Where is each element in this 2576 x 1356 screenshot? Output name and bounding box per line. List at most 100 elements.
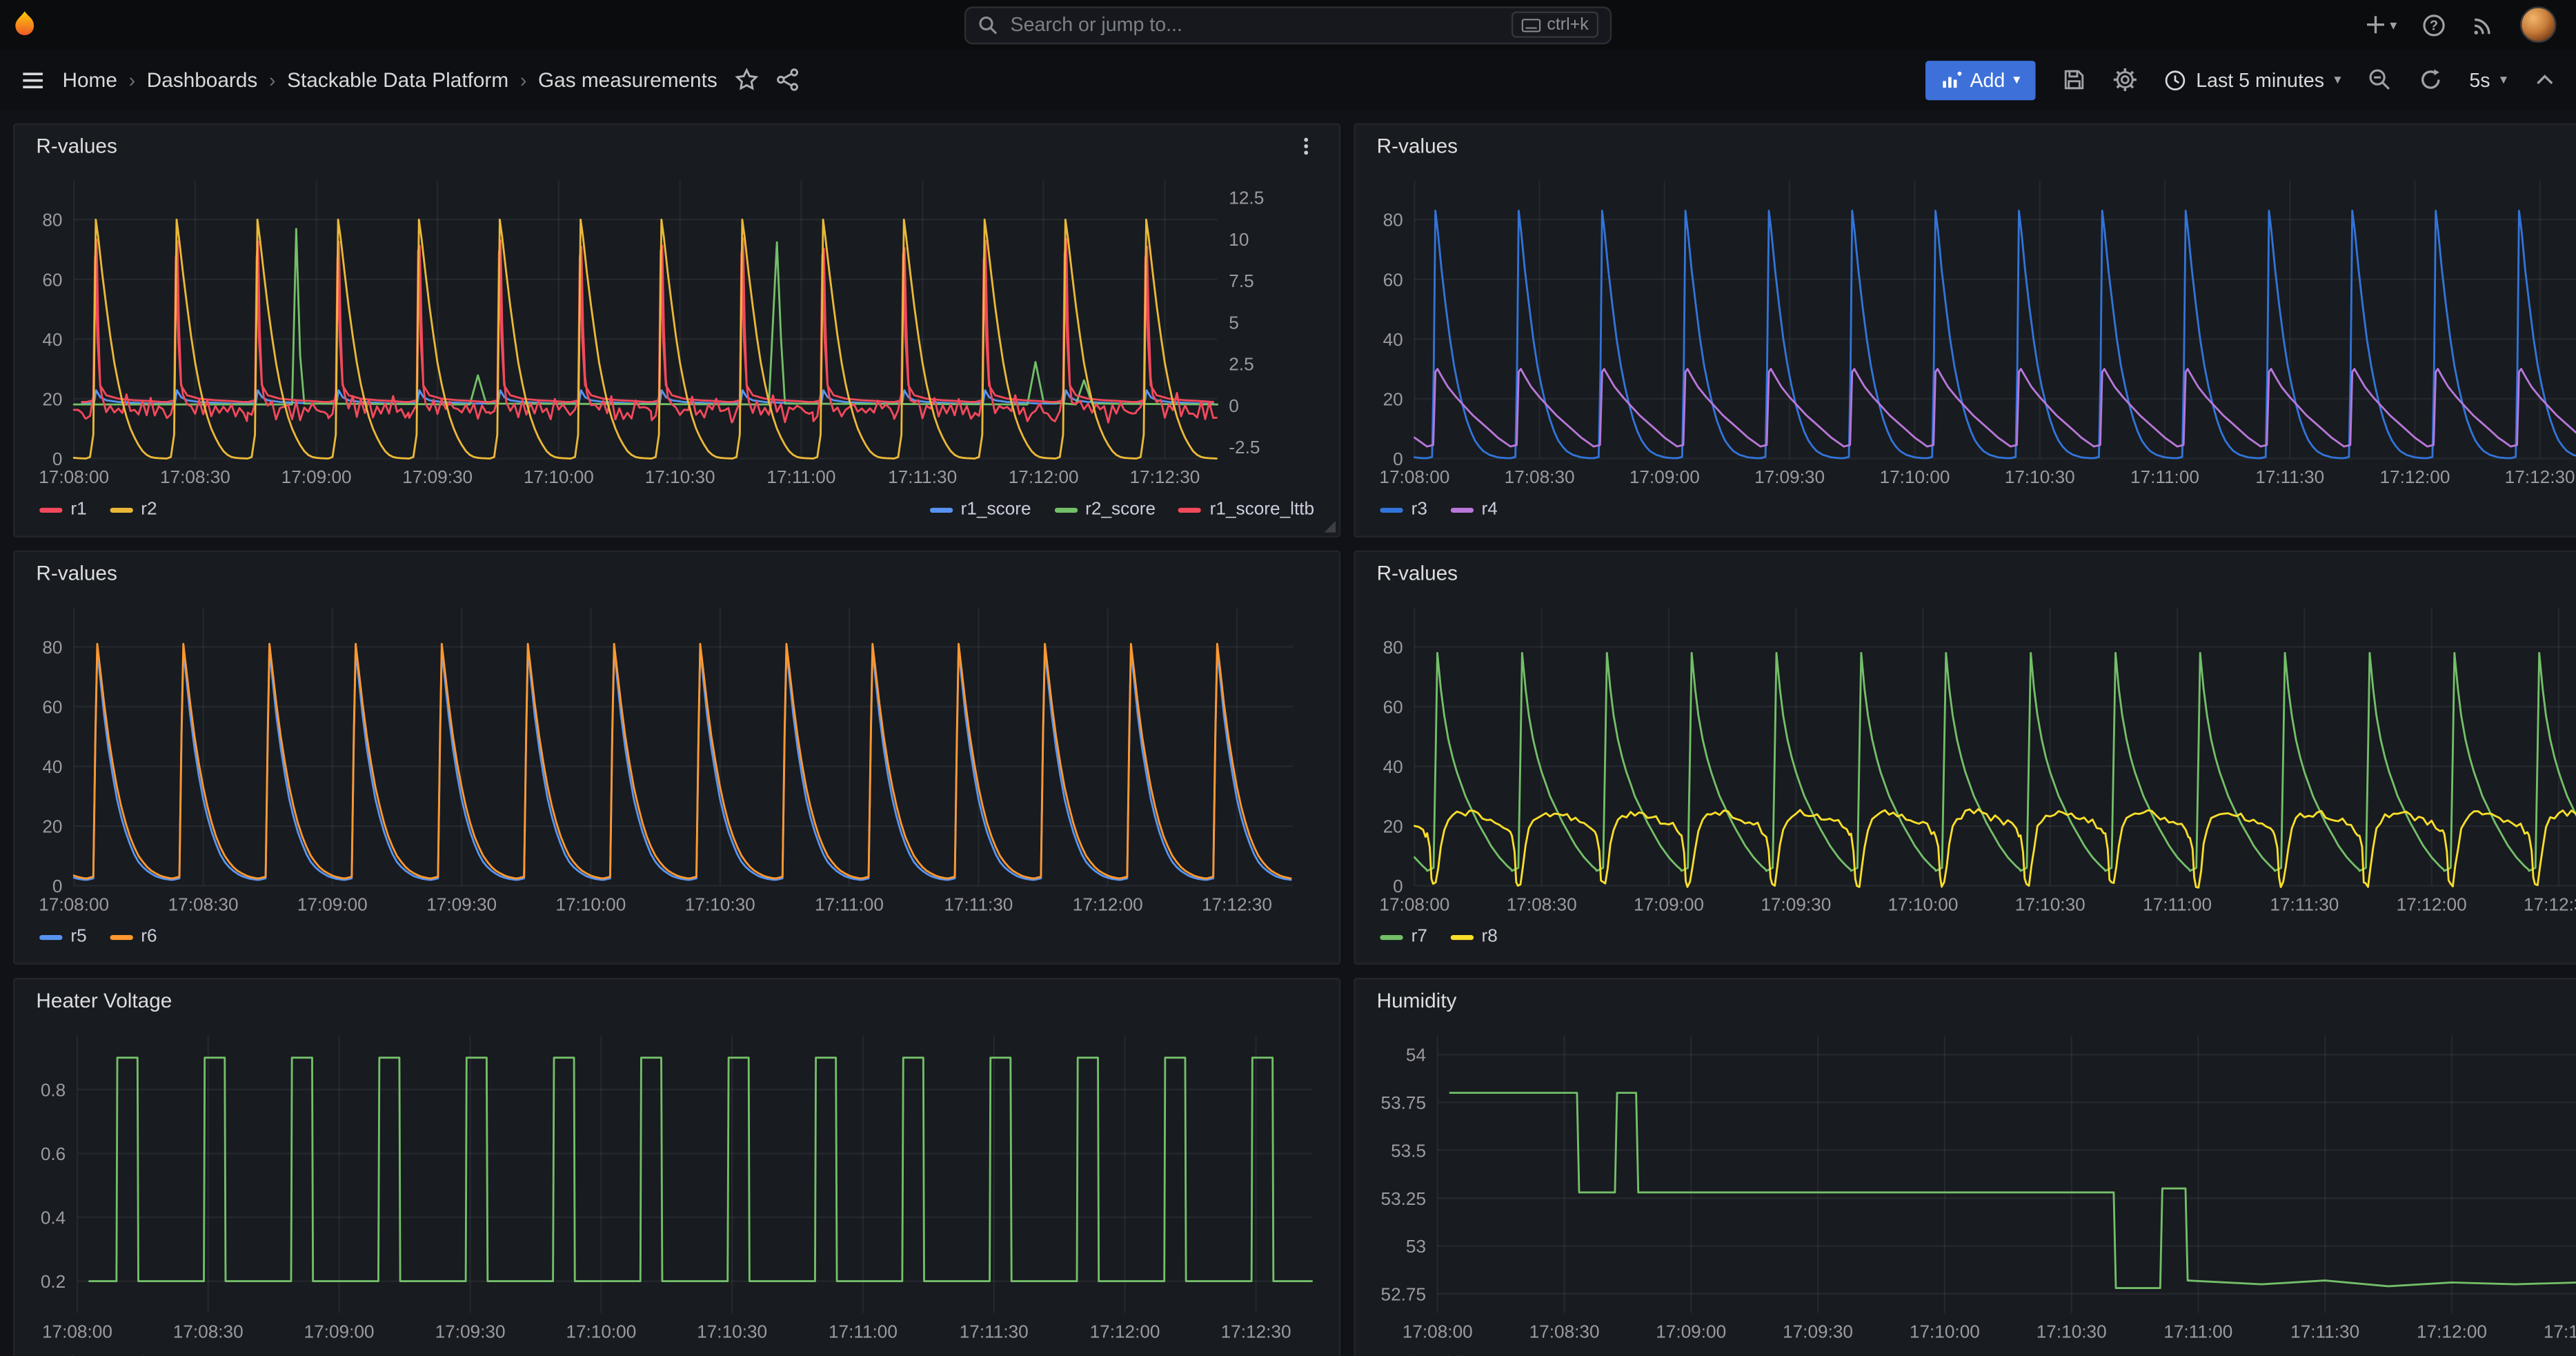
panel-menu-icon[interactable] bbox=[1295, 133, 1318, 159]
news-button[interactable] bbox=[2471, 12, 2496, 37]
time-range-label: Last 5 minutes bbox=[2196, 68, 2324, 91]
refresh-interval-picker[interactable]: 5s ▾ bbox=[2469, 68, 2507, 91]
favorite-button[interactable] bbox=[734, 68, 759, 92]
panel-title[interactable]: Heater Voltage bbox=[36, 990, 172, 1012]
time-series-chart[interactable]: 17:08:0017:08:3017:09:0017:09:3017:10:00… bbox=[14, 1022, 1338, 1346]
panel-header[interactable]: R-values bbox=[1356, 552, 2576, 595]
save-icon bbox=[2061, 68, 2086, 92]
refresh-button[interactable] bbox=[2418, 68, 2443, 92]
legend-item[interactable]: humidity bbox=[1380, 1354, 1478, 1355]
add-button[interactable]: Add ▾ bbox=[1925, 60, 2035, 99]
time-series-chart[interactable]: 17:08:0017:08:3017:09:0017:09:3017:10:00… bbox=[1356, 1022, 2576, 1346]
time-series-chart[interactable]: 17:08:0017:08:3017:09:0017:09:3017:10:00… bbox=[14, 168, 1338, 491]
svg-text:17:11:30: 17:11:30 bbox=[2255, 466, 2324, 487]
panel-header[interactable]: R-values bbox=[14, 125, 1338, 168]
svg-text:17:11:30: 17:11:30 bbox=[944, 894, 1013, 914]
svg-text:5: 5 bbox=[1229, 312, 1239, 333]
legend-item[interactable]: r7 bbox=[1380, 927, 1427, 947]
panel-header[interactable]: Heater Voltage bbox=[14, 979, 1338, 1022]
legend-item[interactable]: r3 bbox=[1380, 500, 1427, 520]
svg-text:17:12:30: 17:12:30 bbox=[1129, 466, 1200, 487]
dashboard-grid: R-values 17:08:0017:08:3017:09:0017:09:3… bbox=[0, 110, 2576, 1356]
svg-text:17:09:00: 17:09:00 bbox=[281, 466, 352, 487]
dashboard-settings-button[interactable] bbox=[2112, 68, 2137, 92]
svg-text:?: ? bbox=[2430, 17, 2438, 32]
svg-text:17:11:30: 17:11:30 bbox=[2270, 894, 2339, 914]
clock-icon bbox=[2163, 68, 2186, 91]
chart-legend: r3 r4 bbox=[1356, 491, 2576, 535]
chart-legend: heatervoltage bbox=[14, 1346, 1338, 1355]
menu-toggle-button[interactable] bbox=[20, 66, 46, 92]
panel-humidity: Humidity 17:08:0017:08:3017:09:0017:09:3… bbox=[1354, 978, 2576, 1356]
svg-text:17:11:30: 17:11:30 bbox=[888, 466, 957, 487]
refresh-interval-label: 5s bbox=[2469, 68, 2490, 91]
search-placeholder: Search or jump to... bbox=[1011, 13, 1500, 36]
svg-text:17:12:00: 17:12:00 bbox=[1009, 466, 1079, 487]
breadcrumb-item[interactable]: Dashboards bbox=[147, 68, 258, 91]
legend-item[interactable]: r2 bbox=[110, 500, 157, 520]
breadcrumb-item[interactable]: Home bbox=[62, 68, 117, 91]
panel-title[interactable]: R-values bbox=[1377, 135, 1458, 157]
svg-text:17:09:00: 17:09:00 bbox=[297, 894, 368, 914]
svg-text:17:08:00: 17:08:00 bbox=[39, 894, 109, 914]
svg-text:80: 80 bbox=[1383, 637, 1403, 658]
gear-icon bbox=[2112, 68, 2137, 92]
avatar[interactable] bbox=[2520, 7, 2556, 43]
panel-title[interactable]: Humidity bbox=[1377, 990, 1457, 1012]
legend-item[interactable]: r4 bbox=[1450, 500, 1498, 520]
svg-text:20: 20 bbox=[42, 389, 62, 409]
chart-legend: r1 r2 r1_score r2_score r1_score_lttb bbox=[14, 491, 1338, 535]
new-button[interactable]: ▾ bbox=[2364, 13, 2397, 36]
time-series-chart[interactable]: 17:08:0017:08:3017:09:0017:09:3017:10:00… bbox=[1356, 595, 2576, 918]
svg-text:0.4: 0.4 bbox=[41, 1207, 66, 1228]
share-button[interactable] bbox=[775, 68, 800, 92]
chart-legend: humidity bbox=[1356, 1346, 2576, 1355]
zoom-out-button[interactable] bbox=[2368, 68, 2392, 92]
collapse-toolbar-button[interactable] bbox=[2533, 68, 2556, 91]
chevron-up-icon bbox=[2533, 68, 2556, 91]
svg-text:17:11:30: 17:11:30 bbox=[2290, 1321, 2359, 1342]
svg-text:17:10:00: 17:10:00 bbox=[1910, 1321, 1980, 1342]
time-series-chart[interactable]: 17:08:0017:08:3017:09:0017:09:3017:10:00… bbox=[1356, 168, 2576, 491]
add-button-label: Add bbox=[1970, 68, 2005, 91]
svg-text:17:08:30: 17:08:30 bbox=[168, 894, 239, 914]
panel-title[interactable]: R-values bbox=[36, 135, 117, 157]
panel-header[interactable]: R-values bbox=[1356, 125, 2576, 168]
legend-item[interactable]: r1_score bbox=[929, 500, 1031, 520]
svg-text:53.5: 53.5 bbox=[1391, 1140, 1426, 1161]
legend-item[interactable]: r6 bbox=[110, 927, 157, 947]
svg-text:17:09:30: 17:09:30 bbox=[426, 894, 497, 914]
svg-text:80: 80 bbox=[42, 210, 62, 230]
svg-text:0: 0 bbox=[1229, 395, 1239, 416]
chart-legend: r7 r8 bbox=[1356, 918, 2576, 963]
legend-item[interactable]: r8 bbox=[1450, 927, 1498, 947]
svg-text:2.5: 2.5 bbox=[1229, 354, 1254, 375]
panel-title[interactable]: R-values bbox=[36, 562, 117, 584]
panel-title[interactable]: R-values bbox=[1377, 562, 1458, 584]
breadcrumb-item[interactable]: Stackable Data Platform bbox=[287, 68, 508, 91]
legend-item[interactable]: r1 bbox=[39, 500, 87, 520]
legend-item[interactable]: r1_score_lttb bbox=[1178, 500, 1314, 520]
panel-resize-handle[interactable] bbox=[1324, 521, 1336, 533]
svg-text:17:10:00: 17:10:00 bbox=[566, 1321, 636, 1342]
search-input[interactable]: Search or jump to... ctrl+k bbox=[964, 6, 1612, 43]
chevron-down-icon: ▾ bbox=[2500, 72, 2507, 86]
time-series-chart[interactable]: 17:08:0017:08:3017:09:0017:09:3017:10:00… bbox=[14, 595, 1338, 918]
svg-text:17:12:30: 17:12:30 bbox=[1221, 1321, 1291, 1342]
save-dashboard-button[interactable] bbox=[2061, 68, 2086, 92]
time-range-picker[interactable]: Last 5 minutes ▾ bbox=[2163, 68, 2341, 91]
legend-item[interactable]: heatervoltage bbox=[39, 1354, 180, 1355]
svg-text:40: 40 bbox=[42, 329, 62, 350]
chart-legend: r5 r6 bbox=[14, 918, 1338, 963]
legend-item[interactable]: r2_score bbox=[1054, 500, 1156, 520]
breadcrumb-item[interactable]: Gas measurements bbox=[538, 68, 717, 91]
panel-header[interactable]: R-values bbox=[14, 552, 1338, 595]
legend-item[interactable]: r5 bbox=[39, 927, 87, 947]
svg-text:0: 0 bbox=[52, 876, 63, 896]
help-button[interactable]: ? bbox=[2421, 12, 2446, 37]
grafana-logo[interactable] bbox=[0, 10, 49, 39]
svg-text:7.5: 7.5 bbox=[1229, 271, 1254, 291]
svg-text:60: 60 bbox=[1383, 269, 1403, 290]
svg-text:0: 0 bbox=[52, 449, 63, 469]
panel-header[interactable]: Humidity bbox=[1356, 979, 2576, 1022]
